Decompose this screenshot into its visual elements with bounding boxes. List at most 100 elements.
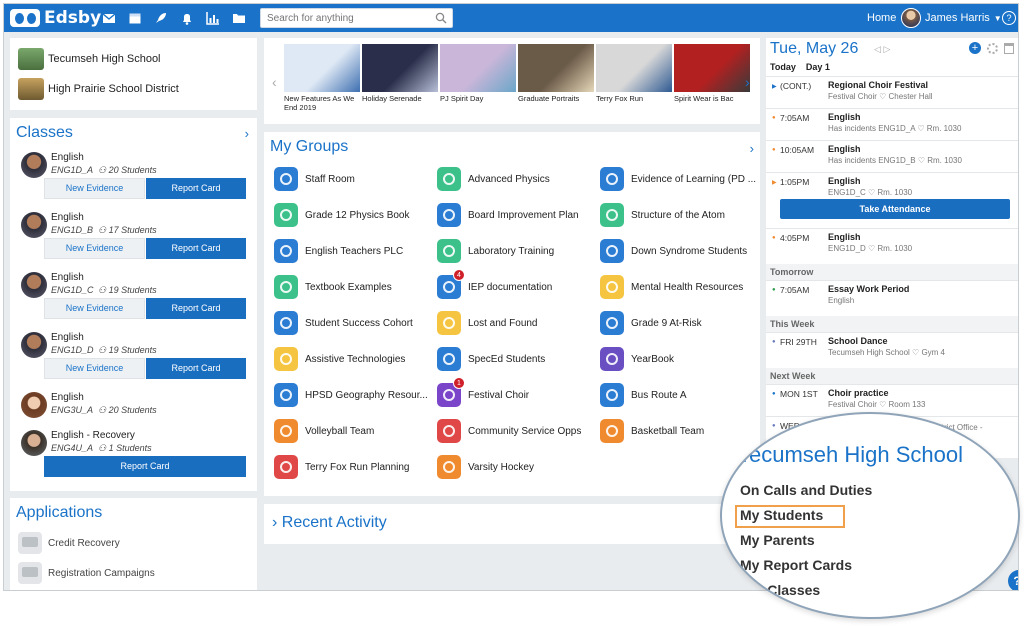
event-subtitle: Festival Choir ♡ Room 133 (828, 400, 926, 409)
mail-icon[interactable] (102, 11, 116, 25)
applications-title[interactable]: Applications (10, 498, 257, 528)
new-evidence-button[interactable]: New Evidence (44, 238, 145, 259)
gear-icon[interactable] (987, 42, 998, 54)
classes-count-link[interactable]: 251 Classes (740, 582, 820, 598)
bell-icon[interactable] (180, 11, 194, 25)
triangle-left-icon[interactable]: ◁ (874, 44, 881, 54)
search-input[interactable] (261, 9, 431, 27)
class-name[interactable]: English - Recovery (51, 430, 135, 441)
calendar-view-icon[interactable] (1004, 42, 1014, 54)
news-item[interactable]: PJ Spirit Day (440, 44, 516, 103)
group-item[interactable]: Structure of the Atom (600, 202, 760, 228)
calendar-event[interactable]: ● 7:05AM Essay Work Period English (766, 280, 1018, 312)
calendar-event[interactable]: ● FRI 29TH School Dance Tecumseh High Sc… (766, 332, 1018, 364)
my-report-cards-link[interactable]: My Report Cards (740, 557, 852, 573)
chevron-right-icon[interactable]: › (745, 74, 750, 90)
school-item[interactable]: High Prairie School District (10, 74, 257, 104)
my-students-link[interactable]: My Students (740, 507, 823, 523)
group-item[interactable]: Laboratory Training (437, 238, 597, 264)
triangle-right-icon[interactable]: ▷ (883, 44, 890, 54)
calendar-event[interactable]: ● MON 1ST Choir practice Festival Choir … (766, 384, 1018, 416)
news-item[interactable]: Terry Fox Run (596, 44, 672, 103)
user-menu[interactable]: James Harris ▼ (901, 8, 1002, 28)
new-evidence-button[interactable]: New Evidence (44, 178, 145, 199)
report-card-button[interactable]: Report Card (146, 178, 246, 199)
group-item[interactable]: HPSD Geography Resour... (274, 382, 434, 408)
edsby-logo[interactable]: Edsby (10, 8, 101, 28)
group-item[interactable]: Advanced Physics (437, 166, 597, 192)
event-dot-icon: ● (772, 287, 776, 293)
chevron-right-icon[interactable]: › (245, 126, 249, 141)
report-card-button[interactable]: Report Card (44, 456, 246, 477)
student-count-text: 20 Students (108, 405, 157, 415)
new-evidence-button[interactable]: New Evidence (44, 358, 145, 379)
calendar-event[interactable]: ● 10:05AM English Has incidents ENG1D_B ♡ R… (766, 140, 1018, 172)
help-button[interactable]: ? (1008, 570, 1018, 590)
search-box[interactable] (260, 8, 453, 28)
group-item[interactable]: Volleyball Team (274, 418, 434, 444)
group-item[interactable]: Textbook Examples (274, 274, 434, 300)
folder-icon[interactable] (232, 11, 246, 25)
calendar-event[interactable]: ● 4:05PM English ENG1D_D ♡ Rm. 1030 (766, 228, 1018, 260)
group-item[interactable]: Grade 9 At-Risk (600, 310, 760, 336)
avatar (901, 8, 921, 28)
news-item[interactable]: Holiday Serenade (362, 44, 438, 103)
report-card-button[interactable]: Report Card (146, 298, 246, 319)
recent-activity-title[interactable]: › Recent Activity (272, 514, 387, 532)
group-item[interactable]: Terry Fox Run Planning (274, 454, 434, 480)
class-name[interactable]: English (51, 332, 84, 343)
app-item-credit-recovery[interactable]: Credit Recovery (10, 528, 257, 558)
report-card-button[interactable]: Report Card (146, 238, 246, 259)
group-item[interactable]: 4 IEP documentation (437, 269, 597, 300)
report-card-button[interactable]: Report Card (146, 358, 246, 379)
group-item[interactable]: Community Service Opps (437, 418, 597, 444)
class-name[interactable]: English (51, 212, 84, 223)
group-item[interactable]: Lost and Found (437, 310, 597, 336)
school-item[interactable]: Tecumseh High School (10, 44, 257, 74)
news-item[interactable]: New Features As We End 2019 (284, 44, 360, 112)
event-title: Choir practice (828, 388, 889, 398)
my-parents-link[interactable]: My Parents (740, 532, 815, 548)
search-icon[interactable] (435, 12, 447, 24)
chart-icon[interactable] (206, 11, 220, 25)
help-icon[interactable]: ? (1002, 11, 1016, 25)
group-item[interactable]: Staff Room (274, 166, 434, 192)
group-item[interactable]: Bus Route A (600, 382, 760, 408)
group-item[interactable]: Down Syndrome Students (600, 238, 760, 264)
event-time: (CONT.) (780, 81, 812, 91)
chevron-left-icon[interactable]: ‹ (272, 74, 277, 90)
class-name[interactable]: English (51, 152, 84, 163)
class-name[interactable]: English (51, 272, 84, 283)
group-item[interactable]: Basketball Team (600, 418, 760, 444)
home-link[interactable]: Home (867, 12, 896, 24)
app-item-registration-campaigns[interactable]: Registration Campaigns (10, 558, 257, 588)
group-item[interactable]: YearBook (600, 346, 760, 372)
classes-title[interactable]: Classes (10, 118, 257, 148)
group-item[interactable]: Assistive Technologies (274, 346, 434, 372)
calendar-event[interactable]: ● 7:05AM English Has incidents ENG1D_A ♡ Rm… (766, 108, 1018, 140)
group-item[interactable]: Evidence of Learning (PD ... (600, 166, 760, 192)
group-item[interactable]: 1 Festival Choir (437, 377, 597, 408)
calendar-event[interactable]: ▶ (CONT.) Regional Choir Festival Festival … (766, 76, 1018, 108)
calendar-icon[interactable] (128, 11, 142, 25)
school-title[interactable]: Tecumseh High School (738, 442, 963, 468)
group-item[interactable]: Grade 12 Physics Book (274, 202, 434, 228)
news-item[interactable]: Spirit Wear is Bac (674, 44, 750, 103)
on-calls-link[interactable]: On Calls and Duties (740, 482, 872, 498)
calendar-nav[interactable]: ◁ ▷ (874, 44, 890, 55)
group-item[interactable]: Mental Health Resources (600, 274, 760, 300)
add-event-icon[interactable]: + (969, 42, 981, 54)
group-item[interactable]: Board Improvement Plan (437, 202, 597, 228)
group-item[interactable]: English Teachers PLC (274, 238, 434, 264)
class-name[interactable]: English (51, 392, 84, 403)
recent-activity-panel[interactable]: › Recent Activity (264, 504, 760, 544)
rocket-icon[interactable] (154, 11, 168, 25)
new-evidence-button[interactable]: New Evidence (44, 298, 145, 319)
group-item[interactable]: SpecEd Students (437, 346, 597, 372)
groups-title[interactable]: My Groups (270, 138, 348, 156)
news-item[interactable]: Graduate Portraits (518, 44, 594, 103)
group-item[interactable]: Student Success Cohort (274, 310, 434, 336)
group-item[interactable]: Varsity Hockey (437, 454, 597, 480)
chevron-right-icon[interactable]: › (750, 141, 754, 156)
take-attendance-button[interactable]: Take Attendance (780, 199, 1010, 219)
